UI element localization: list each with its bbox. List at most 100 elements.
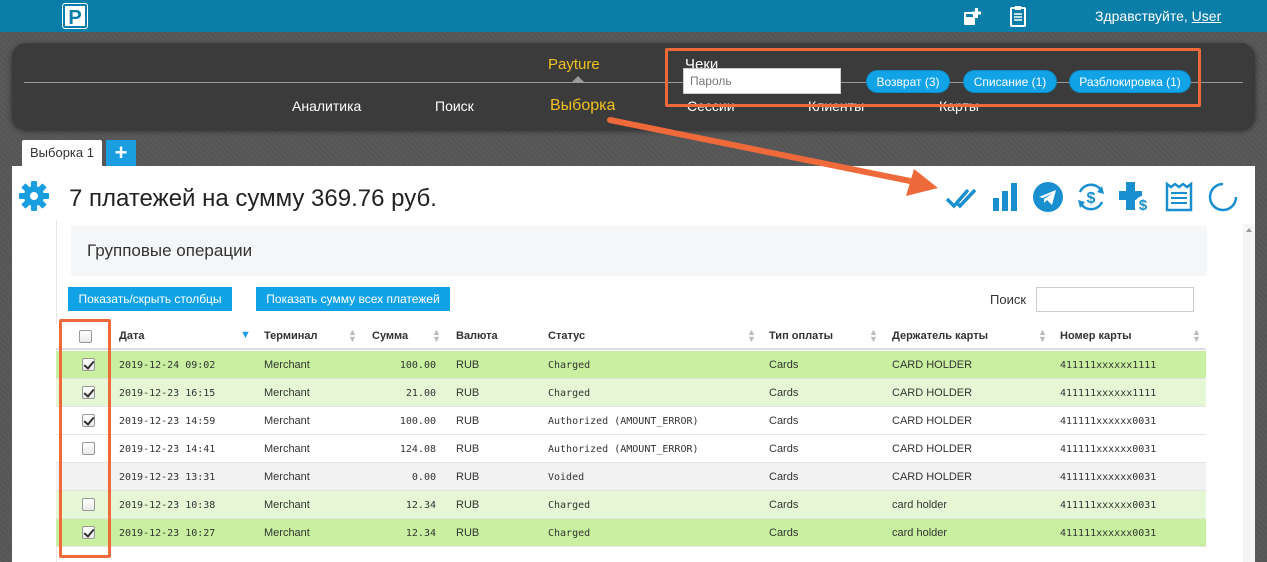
cell-status: Voided [548,472,585,483]
gear-icon[interactable] [18,180,50,212]
sort-icon[interactable]: ▲ ▼ [1192,328,1201,344]
cell-status: Charged [548,360,591,371]
table-row[interactable]: 2019-12-23 10:38 Merchant 12.34 RUB Charged C… [56,491,1206,519]
cell-card-number: 411111xxxxxx1111 [1060,360,1157,371]
group-operations-panel: Групповые операции [71,226,1207,276]
cell-card-holder: card holder [892,527,948,539]
cell-date: 2019-12-23 10:27 [119,528,216,539]
sort-icon[interactable]: ▲ ▼ [432,328,441,344]
cell-currency: RUB [456,387,480,399]
cell-card-holder: CARD HOLDER [892,443,973,455]
sort-icon[interactable]: ▲ ▼ [747,328,756,344]
group-operations-title: Групповые операции [87,241,253,260]
cell-currency: RUB [456,527,480,539]
cell-amount: 100.00 [399,360,436,371]
cell-card-holder: CARD HOLDER [892,387,973,399]
cell-currency: RUB [456,471,480,483]
col-terminal[interactable]: Терминал [264,330,318,342]
annotation-box-group-ops [665,48,1201,107]
cell-card-number: 411111xxxxxx1111 [1060,388,1157,399]
cell-terminal: Merchant [264,443,310,455]
double-check-icon[interactable] [944,180,978,214]
receipt-icon[interactable] [1162,180,1196,214]
sort-icon[interactable]: ▲ ▼ [869,328,878,344]
cell-pay-type: Cards [769,443,799,455]
nav-sub-analytics[interactable]: Аналитика [292,98,361,114]
nav-top-payture[interactable]: Payture [548,56,600,73]
bar-chart-icon[interactable] [988,180,1022,214]
cell-card-number: 411111xxxxxx0031 [1060,416,1157,427]
table-row[interactable]: 2019-12-24 09:02 Merchant 100.00 RUB Charged… [56,351,1206,379]
col-amount[interactable]: Сумма [372,330,408,342]
cell-card-holder: CARD HOLDER [892,359,973,371]
plus-dollar-icon[interactable]: $ [1118,180,1152,214]
cell-status: Charged [548,388,591,399]
terminal-add-icon[interactable] [962,5,984,27]
cell-pay-type: Cards [769,415,799,427]
cell-terminal: Merchant [264,415,310,427]
user-link[interactable]: User [1192,8,1222,24]
cell-card-number: 411111xxxxxx0031 [1060,472,1157,483]
cell-date: 2019-12-23 13:31 [119,472,216,483]
cell-status: Charged [548,500,591,511]
scrollbar[interactable] [1243,224,1255,562]
cell-amount: 12.34 [405,500,436,511]
table-row[interactable]: 2019-12-23 14:41 Merchant 124.08 RUB Authori… [56,435,1206,463]
show-sum-button[interactable]: Показать сумму всех платежей [256,287,450,311]
cell-terminal: Merchant [264,527,310,539]
col-currency[interactable]: Валюта [456,330,498,342]
page-title: 7 платежей на сумму 369.76 руб. [69,185,437,212]
greeting-text: Здравствуйте, [1095,8,1188,24]
search-label: Поиск [990,292,1027,307]
cell-pay-type: Cards [769,471,799,483]
telegram-icon[interactable] [1031,180,1065,214]
scroll-up-arrow[interactable] [1246,228,1252,232]
cell-card-holder: CARD HOLDER [892,415,973,427]
add-tab-button[interactable]: + [106,140,136,166]
cell-status: Authorized (AMOUNT_ERROR) [548,444,699,455]
cell-status: Authorized (AMOUNT_ERROR) [548,416,699,427]
cell-currency: RUB [456,359,480,371]
cell-currency: RUB [456,415,480,427]
cell-amount: 124.08 [399,444,436,455]
col-date[interactable]: Дата [119,330,144,342]
cell-date: 2019-12-23 14:59 [119,416,216,427]
cell-card-number: 411111xxxxxx0031 [1060,528,1157,539]
cell-amount: 100.00 [399,416,436,427]
search-input[interactable] [1036,287,1194,312]
col-status[interactable]: Статус [548,330,585,342]
clipboard-icon[interactable] [1007,5,1029,27]
nav-sub-selection[interactable]: Выборка [550,97,615,115]
cell-amount: 12.34 [405,528,436,539]
svg-text:$: $ [1087,190,1096,207]
cell-date: 2019-12-23 14:41 [119,444,216,455]
cell-date: 2019-12-23 10:38 [119,500,216,511]
top-bar: P Здравствуйте, User [0,0,1267,32]
sort-desc-icon[interactable]: ▼ [240,329,251,341]
cell-card-holder: CARD HOLDER [892,471,973,483]
table-row[interactable]: 2019-12-23 14:59 Merchant 100.00 RUB Authori… [56,407,1206,435]
greeting: Здравствуйте, User [1095,8,1221,24]
table-row[interactable]: 2019-12-23 13:31 Merchant 0.00 RUB Voided Car… [56,463,1206,491]
cell-pay-type: Cards [769,359,799,371]
nav-sub-search[interactable]: Поиск [435,98,474,114]
table-row[interactable]: 2019-12-23 16:15 Merchant 21.00 RUB Charged C… [56,379,1206,407]
cell-amount: 0.00 [411,472,436,483]
toggle-columns-button[interactable]: Показать/скрыть столбцы [68,287,232,311]
cell-pay-type: Cards [769,387,799,399]
cell-terminal: Merchant [264,499,310,511]
refresh-icon[interactable] [1206,180,1240,214]
cell-date: 2019-12-23 16:15 [119,388,216,399]
col-card-number[interactable]: Номер карты [1060,330,1132,342]
table-row[interactable]: 2019-12-23 10:27 Merchant 12.34 RUB Charged C… [56,519,1206,547]
cell-status: Charged [548,528,591,539]
dollar-cycle-icon[interactable]: $ [1074,180,1108,214]
col-card-holder[interactable]: Держатель карты [892,330,988,342]
cell-card-number: 411111xxxxxx0031 [1060,500,1157,511]
tab-selection-1[interactable]: Выборка 1 [22,140,102,166]
cell-card-holder: card holder [892,499,948,511]
logo-icon[interactable]: P [62,3,88,29]
sort-icon[interactable]: ▲ ▼ [1038,328,1047,344]
sort-icon[interactable]: ▲ ▼ [348,328,357,344]
col-pay-type[interactable]: Тип оплаты [769,330,833,342]
